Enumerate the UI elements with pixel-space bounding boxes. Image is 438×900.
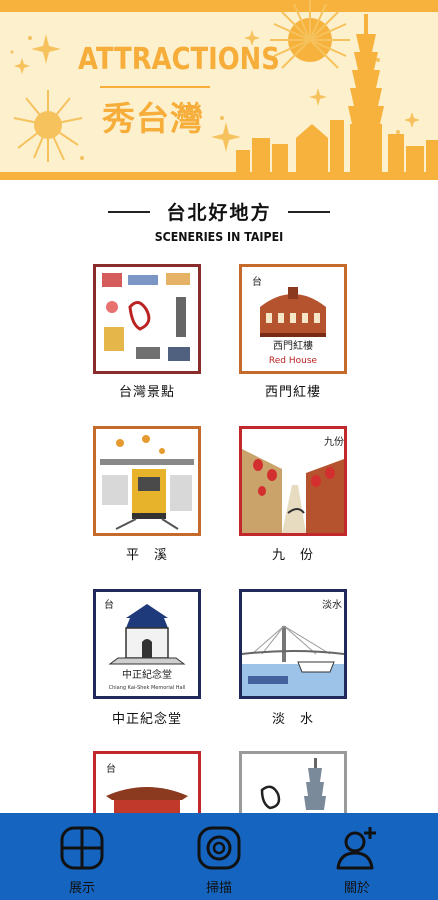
red-house-caption: 西門紅樓 [273, 339, 313, 352]
attraction-tile-pingxi[interactable] [93, 426, 201, 536]
nav-label-about: 關於 [343, 881, 370, 896]
attraction-label-taiwan[interactable]: 台灣景點 [77, 381, 217, 400]
pingxi-train-icon [96, 429, 198, 533]
memorial-hall-caption-en: Chiang Kai-Shek Memorial Hall [109, 685, 186, 691]
attraction-tile-tamsui[interactable]: 淡水 [239, 589, 347, 699]
nav-label-display: 展示 [68, 881, 95, 896]
header-banner: ATTRACTIONS 秀台灣 [0, 0, 438, 180]
attraction-tile-memorial-hall[interactable]: 中正紀念堂 Chiang Kai-Shek Memorial Hall 台 [93, 589, 201, 699]
banner-fireworks-skyline-illustration [10, 0, 438, 172]
heading-rule-left [108, 211, 150, 213]
attraction-tile-jiufen[interactable]: 九份 [239, 426, 347, 536]
banner-title-chinese: 秀台灣 [102, 99, 204, 138]
banner-title-english: ATTRACTIONS [78, 42, 280, 77]
heading-rule-right [288, 211, 330, 213]
attraction-tile-taiwan[interactable] [93, 264, 201, 374]
svg-text:九份: 九份 [324, 436, 344, 448]
banner-divider [100, 86, 210, 88]
nav-item-scan[interactable]: 掃描 [169, 813, 269, 900]
attraction-label-red-house[interactable]: 西門紅樓 [223, 381, 363, 400]
user-add-icon [336, 827, 376, 870]
tamsui-bridge-icon: 淡水 [242, 592, 344, 696]
jiufen-street-icon: 九份 [242, 429, 344, 533]
nav-item-about[interactable]: 關於 [307, 813, 407, 900]
svg-text:台: 台 [104, 598, 114, 611]
section-subtitle: SCENERIES IN TAIPEI [154, 230, 284, 244]
attraction-tile-red-house[interactable]: 西門紅樓 Red House 台 [239, 264, 347, 374]
svg-text:淡水: 淡水 [322, 599, 342, 611]
svg-text:台: 台 [252, 275, 262, 288]
attraction-label-tamsui[interactable]: 淡 水 [223, 708, 363, 727]
bottom-navigation-bar: 展示 掃描 關於 [0, 813, 438, 900]
attraction-label-jiufen[interactable]: 九 份 [223, 544, 363, 563]
grid-icon [60, 826, 104, 870]
scan-icon [197, 826, 241, 870]
nav-label-scan: 掃描 [205, 881, 232, 896]
attraction-label-memorial-hall[interactable]: 中正紀念堂 [77, 708, 217, 727]
nav-item-display[interactable]: 展示 [32, 813, 132, 900]
red-house-caption-en: Red House [269, 356, 318, 366]
memorial-hall-icon: 中正紀念堂 Chiang Kai-Shek Memorial Hall 台 [96, 592, 198, 696]
svg-text:台: 台 [106, 762, 116, 775]
section-heading: 台北好地方 SCENERIES IN TAIPEI [0, 198, 438, 244]
attraction-label-pingxi[interactable]: 平 溪 [77, 544, 217, 563]
red-house-icon: 西門紅樓 Red House 台 [242, 267, 344, 371]
section-title: 台北好地方 [166, 202, 272, 224]
banner-bottom-stripe [0, 172, 438, 180]
memorial-hall-caption: 中正紀念堂 [122, 668, 172, 681]
taiwan-collage-icon [96, 267, 198, 371]
